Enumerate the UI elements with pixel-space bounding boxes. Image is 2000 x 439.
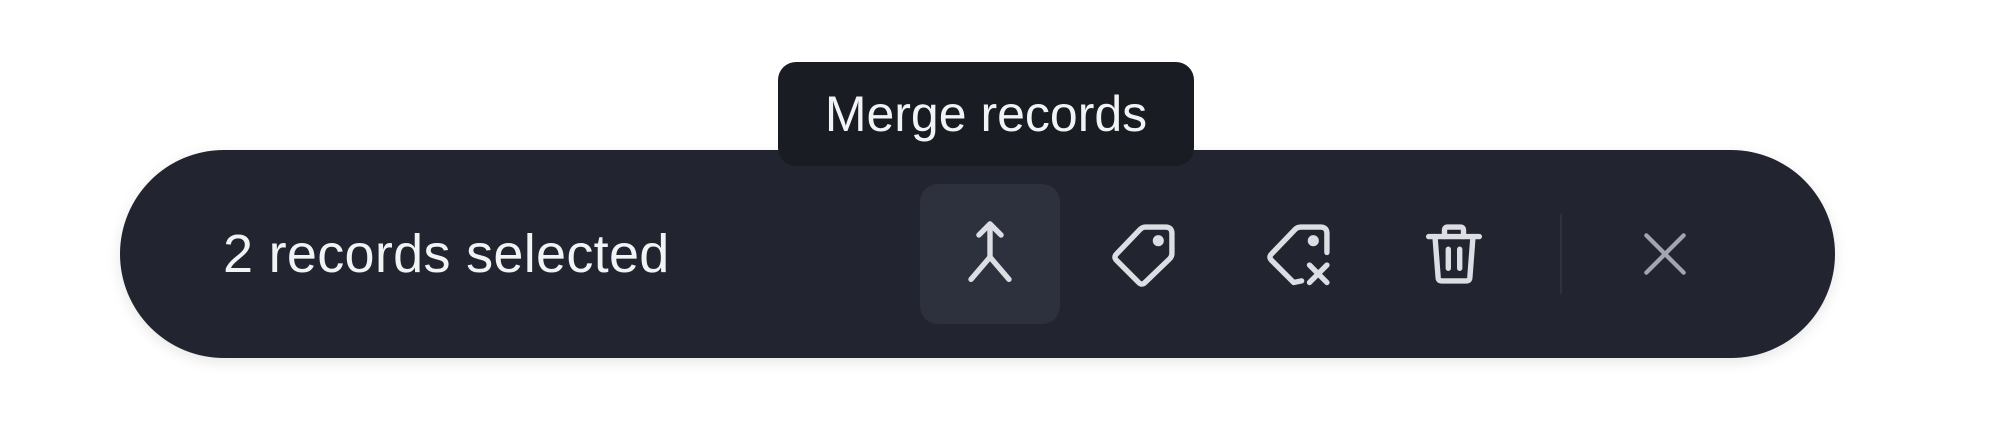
selected-count-label: 2 records selected <box>223 224 670 284</box>
remove-tag-button[interactable] <box>1230 184 1370 324</box>
toolbar-divider <box>1560 214 1562 294</box>
delete-records-button[interactable] <box>1384 184 1524 324</box>
add-tag-button[interactable] <box>1075 184 1215 324</box>
tag-icon <box>1112 224 1175 287</box>
trash-icon <box>1425 224 1483 284</box>
merge-records-button[interactable] <box>920 184 1060 324</box>
close-icon <box>1644 233 1686 275</box>
tag-remove-icon <box>1267 224 1330 286</box>
merge-icon <box>968 221 1012 283</box>
close-selection-button[interactable] <box>1595 184 1735 324</box>
merge-records-tooltip: Merge records <box>778 62 1194 166</box>
bulk-selection-bar: 2 records selected <box>120 150 1835 358</box>
